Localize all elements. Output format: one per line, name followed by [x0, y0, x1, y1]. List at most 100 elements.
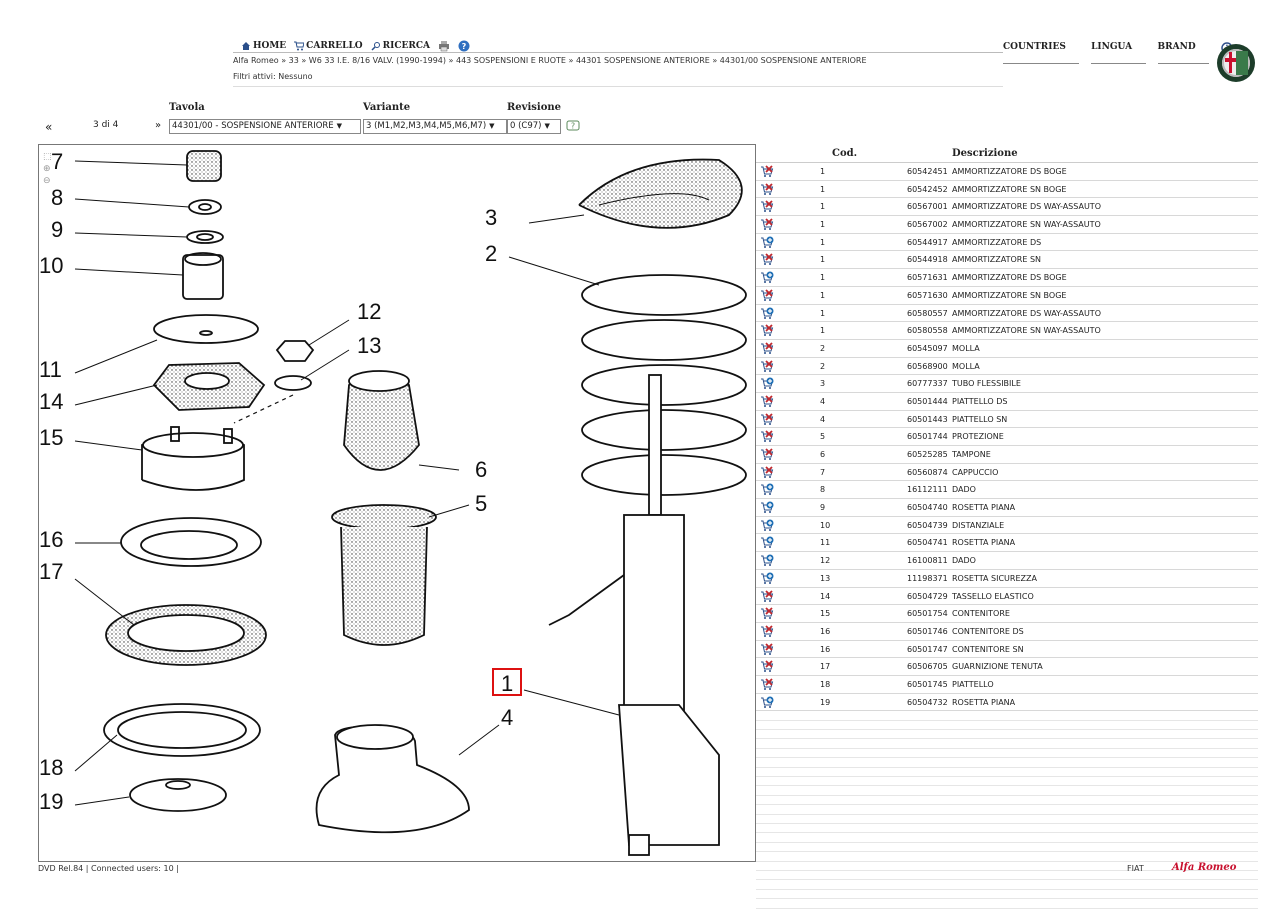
callout-6[interactable]: 6 — [475, 457, 487, 482]
table-row[interactable]: 5 60501744 PROTEZIONE — [756, 428, 1258, 446]
prev-page-button[interactable]: « — [45, 120, 52, 134]
cart-unavailable-icon[interactable] — [760, 217, 774, 231]
table-row[interactable]: 1 60544917 AMMORTIZZATORE DS — [756, 234, 1258, 252]
cart-unavailable-icon[interactable] — [760, 606, 774, 620]
select-tool-icon[interactable]: ⬚ — [43, 151, 52, 163]
callout-14[interactable]: 14 — [39, 389, 63, 414]
print-icon[interactable] — [438, 40, 450, 52]
countries-menu[interactable]: COUNTRIES — [1003, 42, 1080, 64]
alfa-romeo-wordmark[interactable]: Alfa Romeo — [1172, 862, 1236, 873]
callout-1[interactable]: 1 — [501, 671, 513, 696]
callout-16[interactable]: 16 — [39, 527, 63, 552]
table-row[interactable]: 8 16112111 DADO — [756, 481, 1258, 500]
table-row[interactable]: 15 60501754 CONTENITORE — [756, 605, 1258, 623]
table-row[interactable]: 19 60504732 ROSETTA PIANA — [756, 694, 1258, 712]
cart-unavailable-icon[interactable] — [760, 182, 774, 196]
cart-add-icon[interactable] — [760, 571, 774, 585]
table-row[interactable]: 6 60525285 TAMPONE — [756, 446, 1258, 464]
table-row[interactable]: 9 60504740 ROSETTA PIANA — [756, 499, 1258, 517]
table-row[interactable]: 2 60568900 MOLLA — [756, 358, 1258, 376]
cart-unavailable-icon[interactable] — [760, 589, 774, 603]
table-row[interactable]: 1 60542452 AMMORTIZZATORE SN BOGE — [756, 181, 1258, 199]
callout-9[interactable]: 9 — [51, 217, 63, 242]
breadcrumb[interactable]: Alfa Romeo » 33 » W6 33 I.E. 8/16 VALV. … — [233, 56, 867, 65]
zoom-out-icon[interactable]: ⊖ — [43, 175, 52, 187]
callout-5[interactable]: 5 — [475, 491, 487, 516]
tavola-select[interactable]: 44301/00 - SOSPENSIONE ANTERIORE ▼ — [169, 119, 361, 134]
callout-7[interactable]: 7 — [51, 149, 63, 174]
cart-unavailable-icon[interactable] — [760, 341, 774, 355]
revisione-select[interactable]: 0 (C97) ▼ — [507, 119, 561, 134]
cart-add-icon[interactable] — [760, 553, 774, 567]
callout-12[interactable]: 12 — [357, 299, 381, 324]
callout-3[interactable]: 3 — [485, 205, 497, 230]
fiat-label[interactable]: FIAT — [1127, 864, 1144, 873]
table-row[interactable]: 18 60501745 PIATTELLO — [756, 676, 1258, 694]
variante-select[interactable]: 3 (M1,M2,M3,M4,M5,M6,M7) ▼ — [363, 119, 507, 134]
table-row[interactable]: 4 60501443 PIATTELLO SN — [756, 411, 1258, 429]
parts-diagram[interactable]: ⬚ ⊕ ⊖ 7 8 9 10 11 14 15 16 17 18 19 12 1… — [38, 144, 756, 862]
cart-unavailable-icon[interactable] — [760, 199, 774, 213]
table-row[interactable]: 7 60560874 CAPPUCCIO — [756, 464, 1258, 482]
cart-unavailable-icon[interactable] — [760, 465, 774, 479]
table-row[interactable]: 11 60504741 ROSETTA PIANA — [756, 534, 1258, 553]
info-filter-icon[interactable]: ? — [566, 118, 580, 132]
table-row[interactable]: 1 60571630 AMMORTIZZATORE SN BOGE — [756, 287, 1258, 305]
cart-add-icon[interactable] — [760, 535, 774, 549]
table-row[interactable]: 12 16100811 DADO — [756, 552, 1258, 570]
callout-13[interactable]: 13 — [357, 333, 381, 358]
home-link[interactable]: HOME — [241, 41, 286, 51]
table-row[interactable]: 13 11198371 ROSETTA SICUREZZA — [756, 570, 1258, 588]
cart-unavailable-icon[interactable] — [760, 164, 774, 178]
table-row[interactable]: 16 60501747 CONTENITORE SN — [756, 641, 1258, 659]
table-row[interactable]: 16 60501746 CONTENITORE DS — [756, 623, 1258, 641]
table-row[interactable]: 1 60544918 AMMORTIZZATORE SN — [756, 251, 1258, 270]
cart-unavailable-icon[interactable] — [760, 288, 774, 302]
next-page-button[interactable]: » — [155, 120, 161, 131]
help-icon[interactable]: ? — [458, 40, 470, 52]
zoom-in-icon[interactable]: ⊕ — [43, 163, 52, 175]
callout-11[interactable]: 11 — [39, 357, 62, 382]
callout-18[interactable]: 18 — [39, 755, 63, 780]
cart-add-icon[interactable] — [760, 376, 774, 390]
callout-10[interactable]: 10 — [39, 253, 63, 278]
table-row[interactable]: 3 60777337 TUBO FLESSIBILE — [756, 375, 1258, 393]
cart-unavailable-icon[interactable] — [760, 677, 774, 691]
cart-unavailable-icon[interactable] — [760, 429, 774, 443]
callout-15[interactable]: 15 — [39, 425, 63, 450]
callout-8[interactable]: 8 — [51, 185, 63, 210]
brand-menu[interactable]: BRAND — [1157, 42, 1210, 64]
table-row[interactable]: 1 60542451 AMMORTIZZATORE DS BOGE — [756, 163, 1258, 181]
cart-unavailable-icon[interactable] — [760, 252, 774, 266]
cart-add-icon[interactable] — [760, 270, 774, 284]
cart-add-icon[interactable] — [760, 306, 774, 320]
cart-add-icon[interactable] — [760, 482, 774, 496]
callout-2[interactable]: 2 — [485, 241, 497, 266]
table-row[interactable]: 1 60571631 AMMORTIZZATORE DS BOGE — [756, 269, 1258, 287]
table-row[interactable]: 4 60501444 PIATTELLO DS — [756, 393, 1258, 411]
table-row[interactable]: 1 60567002 AMMORTIZZATORE SN WAY-ASSAUTO — [756, 216, 1258, 234]
cart-unavailable-icon[interactable] — [760, 359, 774, 373]
cart-unavailable-icon[interactable] — [760, 323, 774, 337]
table-row[interactable]: 2 60545097 MOLLA — [756, 340, 1258, 358]
cart-link[interactable]: CARRELLO — [294, 41, 363, 51]
cart-unavailable-icon[interactable] — [760, 394, 774, 408]
table-row[interactable]: 1 60567001 AMMORTIZZATORE DS WAY-ASSAUTO — [756, 198, 1258, 217]
callout-19[interactable]: 19 — [39, 789, 63, 814]
callout-17[interactable]: 17 — [39, 559, 63, 584]
cart-unavailable-icon[interactable] — [760, 659, 774, 673]
cart-unavailable-icon[interactable] — [760, 412, 774, 426]
cart-unavailable-icon[interactable] — [760, 624, 774, 638]
cart-add-icon[interactable] — [760, 695, 774, 709]
table-row[interactable]: 14 60504729 TASSELLO ELASTICO — [756, 588, 1258, 606]
lingua-menu[interactable]: LINGUA — [1091, 42, 1146, 64]
cart-unavailable-icon[interactable] — [760, 642, 774, 656]
cart-unavailable-icon[interactable] — [760, 447, 774, 461]
table-row[interactable]: 10 60504739 DISTANZIALE — [756, 517, 1258, 535]
table-row[interactable]: 1 60580558 AMMORTIZZATORE SN WAY-ASSAUTO — [756, 322, 1258, 340]
cart-add-icon[interactable] — [760, 500, 774, 514]
search-link[interactable]: RICERCA — [371, 41, 430, 51]
callout-4[interactable]: 4 — [501, 705, 513, 730]
cart-add-icon[interactable] — [760, 518, 774, 532]
table-row[interactable]: 17 60506705 GUARNIZIONE TENUTA — [756, 658, 1258, 676]
